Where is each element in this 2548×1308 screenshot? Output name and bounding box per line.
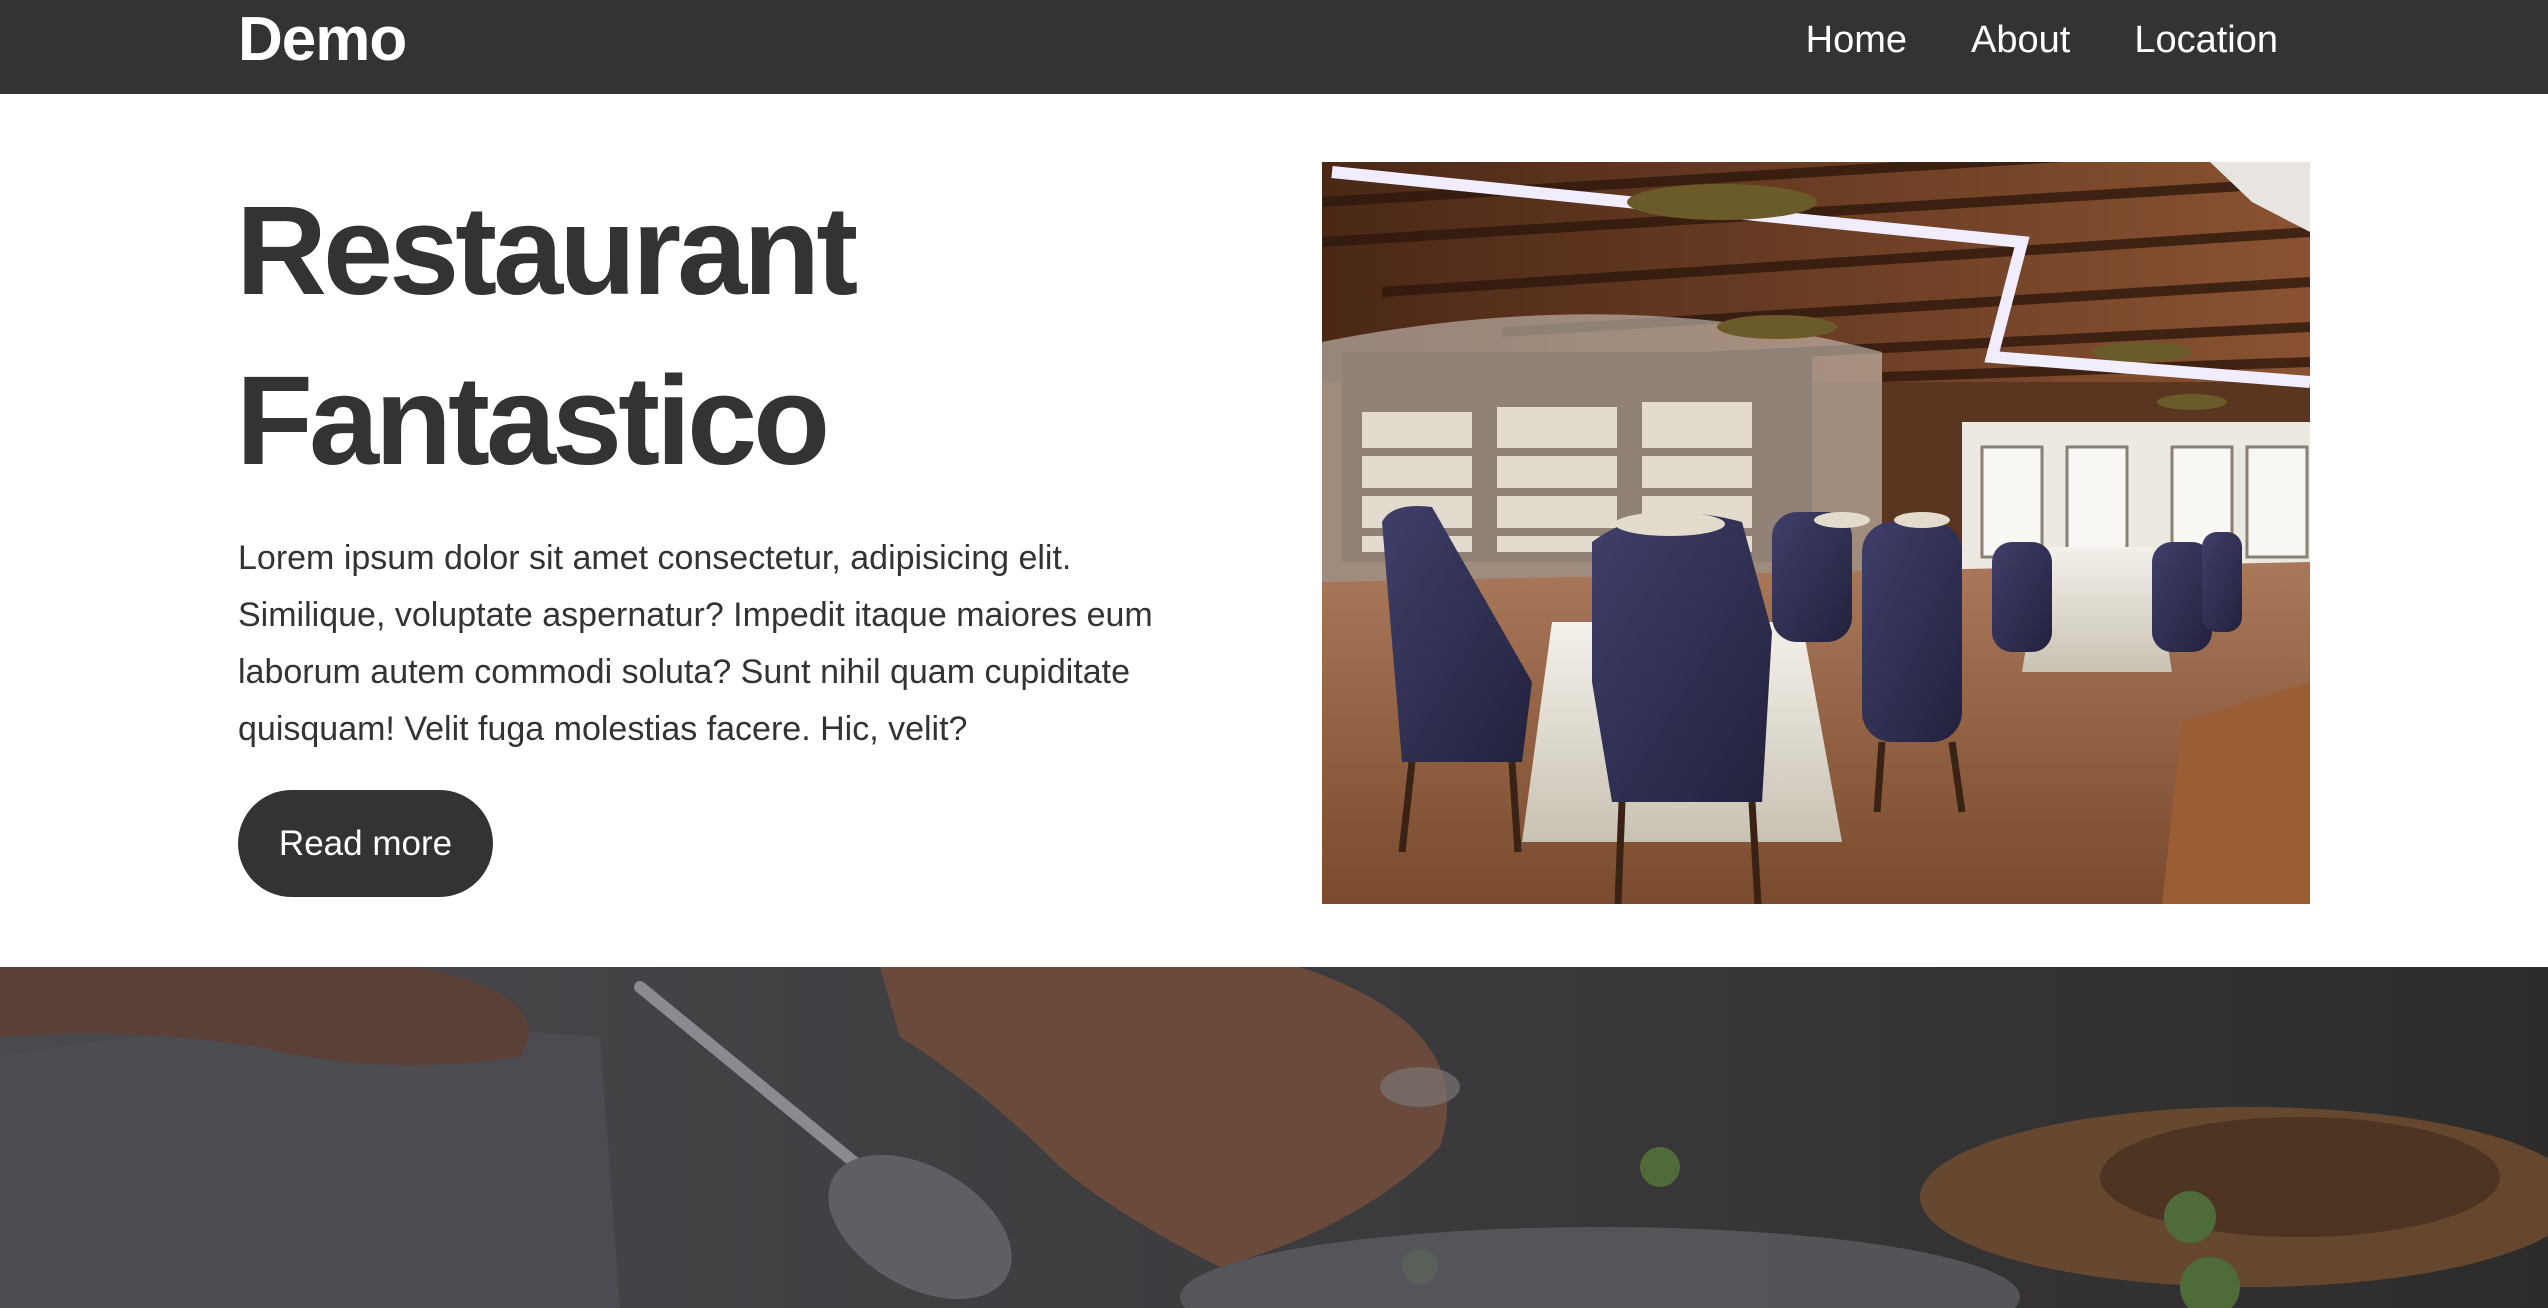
restaurant-interior-image	[1322, 162, 2310, 904]
nav-link-location[interactable]: Location	[2134, 19, 2278, 62]
hero-title-line-1: Restaurant	[236, 180, 858, 321]
nav-link-home[interactable]: Home	[1806, 19, 1907, 62]
hero-title: Restaurant Fantastico	[236, 166, 1136, 506]
hero-description: Lorem ipsum dolor sit amet consectetur, …	[238, 539, 1153, 748]
brand-logo[interactable]: Demo	[238, 0, 407, 80]
nav-links: Home About Location	[1806, 0, 2278, 80]
hero-title-line-2: Fantastico	[236, 350, 830, 491]
chef-food-banner-image	[0, 967, 2548, 1308]
navbar: Demo Home About Location	[0, 0, 2548, 94]
nav-link-about[interactable]: About	[1971, 19, 2070, 62]
read-more-button[interactable]: Read more	[238, 790, 493, 897]
hero-section: Restaurant Fantastico Lorem ipsum dolor …	[0, 94, 2548, 967]
